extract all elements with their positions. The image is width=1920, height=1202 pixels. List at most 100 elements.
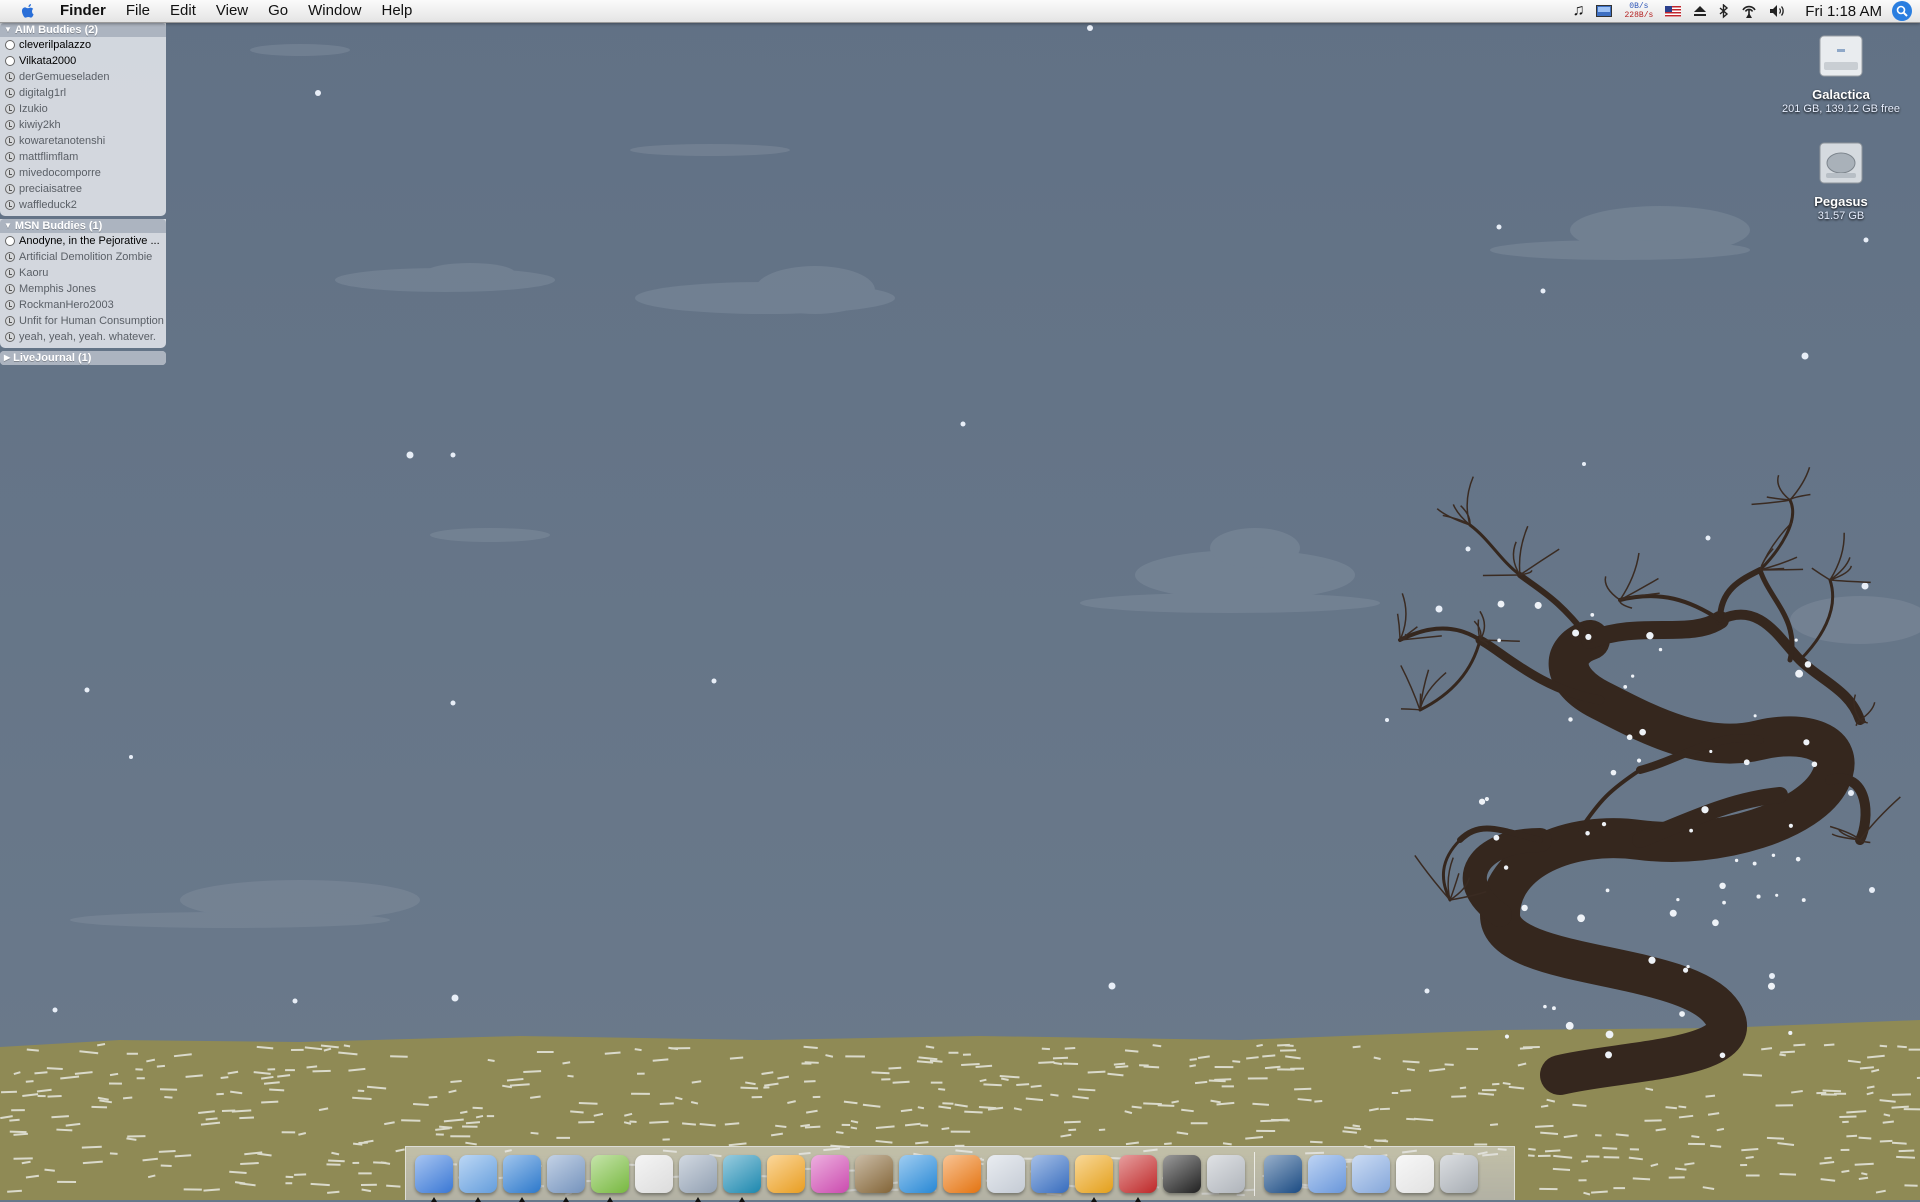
buddy-row[interactable]: Unfit for Human Consumption [0, 313, 166, 329]
printer-dock-item[interactable] [985, 1152, 1027, 1196]
quill-feather-dock-item[interactable] [721, 1152, 763, 1196]
quicktime-icon [899, 1155, 937, 1193]
desktop-icon-label: Galactica [1776, 87, 1906, 102]
delivery-truck-dock-item[interactable] [1029, 1152, 1071, 1196]
textedit-icon [635, 1155, 673, 1193]
menu-extras: ♫ 0B/s 228B/s Fri 1:18 AM [1566, 0, 1920, 22]
buddy-row[interactable]: yeah, yeah, yeah. whatever. [0, 329, 166, 345]
desktop-icon-info: 31.57 GB [1776, 210, 1906, 222]
app-menu-finder[interactable]: Finder [52, 0, 116, 22]
buddy-row[interactable]: mattflimflam [0, 149, 166, 165]
buddy-row[interactable]: mivedocomporre [0, 165, 166, 181]
buddy-name: digitalg1rl [19, 85, 66, 101]
buddy-row[interactable]: kowaretanotenshi [0, 133, 166, 149]
photo-booth-dock-item[interactable] [853, 1152, 895, 1196]
system-info-dock-item[interactable] [1205, 1152, 1247, 1196]
red-app-dock-item[interactable] [1117, 1152, 1159, 1196]
buddy-row[interactable]: preciaisatree [0, 181, 166, 197]
quicktime-dock-item[interactable] [897, 1152, 939, 1196]
documents-dock-item[interactable] [1394, 1152, 1436, 1196]
mail-dock-item[interactable] [545, 1152, 587, 1196]
group-header-aim[interactable]: ▼ AIM Buddies (2) [0, 23, 166, 37]
butterfly-dock-item[interactable] [809, 1152, 851, 1196]
menu-go[interactable]: Go [258, 0, 298, 22]
airport-icon[interactable] [1741, 0, 1757, 22]
downloads-folder-dock-item[interactable] [1350, 1152, 1392, 1196]
us-flag-icon[interactable] [1665, 0, 1681, 22]
desktop-icon-info: 201 GB, 139.12 GB free [1776, 103, 1906, 115]
msn-buddies-group: ▼ MSN Buddies (1) Anodyne, in the Pejora… [0, 219, 166, 348]
buddy-name: waffleduck2 [19, 197, 77, 213]
running-indicator [1135, 1197, 1141, 1202]
buddy-name: Anodyne, in the Pejorative ... [19, 233, 160, 249]
applications-folder-dock-item[interactable] [1306, 1152, 1348, 1196]
buddy-row[interactable]: cleverilpalazzo [0, 37, 166, 53]
buddy-name: Izukio [19, 101, 48, 117]
menu-view[interactable]: View [206, 0, 258, 22]
buddy-row[interactable]: waffleduck2 [0, 197, 166, 213]
textedit-dock-item[interactable] [633, 1152, 675, 1196]
buddy-row[interactable]: Izukio [0, 101, 166, 117]
preview-dock-item[interactable] [677, 1152, 719, 1196]
adium-duck-dock-item[interactable] [589, 1152, 631, 1196]
running-indicator [695, 1197, 701, 1202]
trash-icon [1440, 1155, 1478, 1193]
group-header-livejournal[interactable]: ▶ LiveJournal (1) [0, 351, 166, 365]
menu-edit[interactable]: Edit [160, 0, 206, 22]
buddy-name: Artificial Demolition Zombie [19, 249, 152, 265]
idle-status-icon [5, 88, 15, 98]
net-download-rate: 228B/s [1624, 11, 1653, 20]
buddy-list-window: ▼ AIM Buddies (2) cleverilpalazzoVilkata… [0, 23, 166, 368]
menu-clock[interactable]: Fri 1:18 AM [1805, 3, 1882, 20]
itunes-note-icon[interactable]: ♫ [1572, 0, 1584, 22]
group-title: AIM Buddies (2) [15, 23, 98, 37]
idle-status-icon [5, 104, 15, 114]
applications-folder-icon [1308, 1155, 1346, 1193]
display-icon[interactable] [1596, 0, 1612, 22]
buddy-row[interactable]: Kaoru [0, 265, 166, 281]
buddy-row[interactable]: Artificial Demolition Zombie [0, 249, 166, 265]
bluetooth-icon[interactable] [1719, 0, 1729, 22]
idle-status-icon [5, 168, 15, 178]
buddy-row[interactable]: kiwiy2kh [0, 117, 166, 133]
transmit-dock-item[interactable] [1073, 1152, 1115, 1196]
spotlight-search-icon[interactable] [1892, 1, 1912, 21]
idle-status-icon [5, 332, 15, 342]
livejournal-group: ▶ LiveJournal (1) [0, 351, 166, 365]
volume-icon[interactable] [1769, 0, 1787, 22]
buddy-row[interactable]: derGemueseladen [0, 69, 166, 85]
disclosure-triangle-icon[interactable]: ▼ [4, 23, 12, 37]
menu-help[interactable]: Help [372, 0, 423, 22]
buddy-row[interactable]: Anodyne, in the Pejorative ... [0, 233, 166, 249]
buddy-row[interactable]: digitalg1rl [0, 85, 166, 101]
finder-dock-item[interactable] [413, 1152, 455, 1196]
disclosure-triangle-collapsed-icon[interactable]: ▶ [4, 351, 10, 365]
apple-menu-icon[interactable] [16, 0, 40, 22]
menu-bar: Finder File Edit View Go Window Help ♫ 0… [0, 0, 1920, 23]
menu-window[interactable]: Window [298, 0, 371, 22]
idle-status-icon [5, 152, 15, 162]
eject-icon[interactable] [1693, 0, 1707, 22]
iphoto-flower-dock-item[interactable] [765, 1152, 807, 1196]
safari-dock-item[interactable] [501, 1152, 543, 1196]
desktop-icon-galactica[interactable]: Galactica 201 GB, 139.12 GB free [1776, 32, 1906, 115]
online-status-icon [5, 236, 15, 246]
idle-status-icon [5, 268, 15, 278]
trash-dock-item[interactable] [1438, 1152, 1480, 1196]
menu-file[interactable]: File [116, 0, 160, 22]
net-monitor[interactable]: 0B/s 228B/s [1624, 0, 1653, 22]
dashboard-up-dock-item[interactable] [1262, 1152, 1304, 1196]
buddy-row[interactable]: Memphis Jones [0, 281, 166, 297]
delivery-truck-icon [1031, 1155, 1069, 1193]
buddy-row[interactable]: RockmanHero2003 [0, 297, 166, 313]
desktop-icon-pegasus[interactable]: Pegasus 31.57 GB [1776, 139, 1906, 222]
group-header-msn[interactable]: ▼ MSN Buddies (1) [0, 219, 166, 233]
group-title: LiveJournal (1) [13, 351, 91, 365]
itunes-dock-item[interactable] [457, 1152, 499, 1196]
running-indicator [1091, 1197, 1097, 1202]
vlc-cone-dock-item[interactable] [941, 1152, 983, 1196]
disclosure-triangle-icon[interactable]: ▼ [4, 219, 12, 233]
buddy-row[interactable]: Vilkata2000 [0, 53, 166, 69]
activity-monitor-dock-item[interactable] [1161, 1152, 1203, 1196]
online-status-icon [5, 40, 15, 50]
